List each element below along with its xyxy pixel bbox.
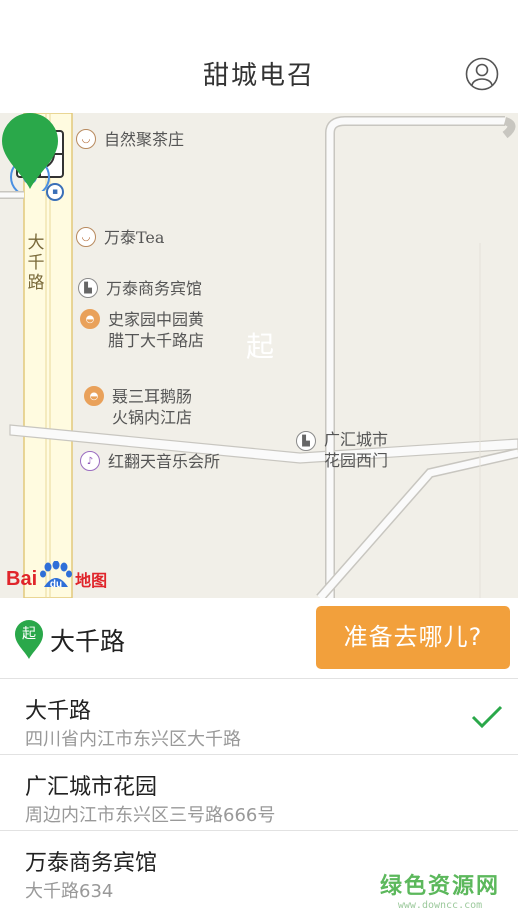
restaurant-icon: ◓ xyxy=(80,309,100,329)
poi-marker[interactable]: ◡ 万泰Tea xyxy=(76,227,164,248)
logo-text: Bai xyxy=(6,568,38,590)
tea-icon: ◡ xyxy=(76,227,96,247)
user-icon[interactable] xyxy=(465,57,499,91)
restaurant-icon: ◓ xyxy=(84,386,104,406)
check-icon xyxy=(471,705,503,729)
poi-marker[interactable]: ♪ 红翻天音乐会所 xyxy=(80,451,220,472)
baidu-map-logo: Bai du 地图 xyxy=(6,551,107,591)
poi-label: 万泰商务宾馆 xyxy=(106,279,203,298)
result-address: 大千路634 xyxy=(25,881,114,902)
where-to-button[interactable]: 准备去哪儿? xyxy=(316,606,510,669)
poi-label: 红翻天音乐会所 xyxy=(108,452,221,471)
poi-label: 史家园中园黄 腊丁大千路店 xyxy=(108,310,205,350)
page-title: 甜城电召 xyxy=(202,61,315,91)
result-name: 大千路 xyxy=(25,699,92,724)
poi-marker[interactable]: ◡ 自然聚茶庄 xyxy=(76,129,184,150)
hotel-icon: ▙ xyxy=(78,278,98,298)
result-name: 万泰商务宾馆 xyxy=(25,851,158,876)
watermark-text: 绿色资源网 xyxy=(380,874,501,899)
poi-marker[interactable]: ◓ 史家园中园黄 腊丁大千路店 xyxy=(80,309,204,351)
watermark: 绿色资源网 www.downcc.com xyxy=(380,868,500,911)
music-icon: ♪ xyxy=(80,451,100,471)
poi-marker[interactable]: ▙ 广汇城市 花园西门 xyxy=(296,430,389,471)
hotel-icon: ▙ xyxy=(296,431,316,451)
start-pin-icon[interactable] xyxy=(0,113,60,191)
start-pin-label: 起 xyxy=(245,330,274,363)
list-item[interactable]: 大千路 四川省内江市东兴区大千路 xyxy=(0,679,518,755)
start-location-bar: 起 大千路 准备去哪儿? xyxy=(0,598,518,679)
start-marker-label: 起 xyxy=(22,626,36,642)
poi-marker[interactable]: ▙ 万泰商务宾馆 xyxy=(78,278,202,299)
list-item[interactable]: 广汇城市花园 周边内江市东兴区三号路666号 xyxy=(0,755,518,831)
poi-label: 自然聚茶庄 xyxy=(104,130,185,149)
app-header: 甜城电召 xyxy=(0,0,518,113)
road-label-daqian: 大千路 xyxy=(27,233,45,293)
poi-label: 聂三耳鹅肠 火锅内江店 xyxy=(112,387,193,427)
paw-icon: du xyxy=(39,561,73,591)
start-location-name[interactable]: 大千路 xyxy=(50,622,125,658)
poi-marker[interactable]: ◓ 聂三耳鹅肠 火锅内江店 xyxy=(84,386,192,428)
result-address: 四川省内江市东兴区大千路 xyxy=(25,729,241,750)
watermark-url: www.downcc.com xyxy=(397,900,483,911)
poi-label: 广汇城市 花园西门 xyxy=(324,430,389,470)
logo-text: 地图 xyxy=(75,571,108,590)
map-view[interactable]: 大千路 ▪ ◡ 自然聚茶庄 ◡ 万泰Tea ▙ 万泰商务宾馆 ◓ 史家园中园黄 … xyxy=(0,113,518,598)
result-address: 周边内江市东兴区三号路666号 xyxy=(25,805,276,826)
tea-icon: ◡ xyxy=(76,129,96,149)
logo-du: du xyxy=(50,579,62,590)
result-name: 广汇城市花园 xyxy=(25,775,158,800)
poi-label: 万泰Tea xyxy=(104,228,165,247)
